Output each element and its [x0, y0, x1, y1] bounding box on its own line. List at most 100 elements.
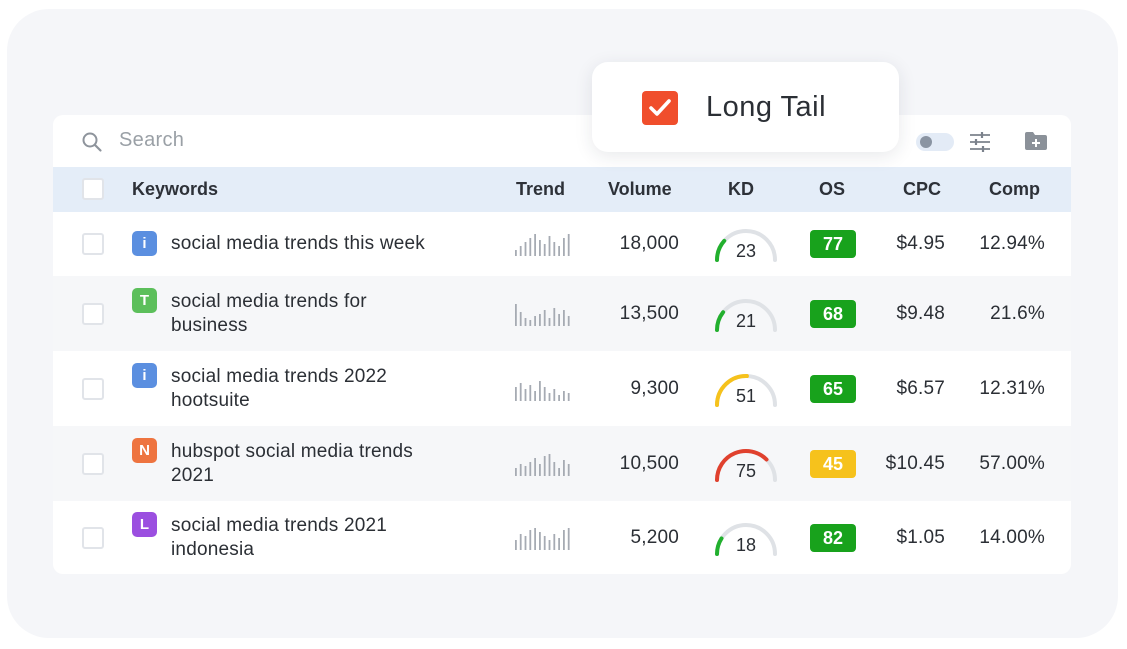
search-input[interactable]: Search: [119, 129, 184, 152]
volume-value: 13,500: [619, 302, 679, 324]
trend-sparkline: [515, 527, 570, 550]
trend-bar: [558, 394, 560, 401]
comp-value: 12.94%: [979, 233, 1045, 254]
trend-bar: [563, 459, 565, 476]
toggle-switch[interactable]: [916, 133, 954, 151]
trend-bar: [524, 242, 527, 256]
row-checkbox[interactable]: [82, 377, 104, 400]
trend-bar: [553, 242, 556, 256]
trend-bar: [529, 461, 532, 476]
trend-bar: [524, 465, 527, 476]
table-row[interactable]: Nhubspot social media trends 2021 10,500 75…: [53, 426, 1071, 501]
trend-bar: [515, 250, 517, 256]
trend-bar: [543, 309, 546, 326]
os-score-badge: 68: [810, 299, 856, 328]
trend-bar: [539, 313, 541, 326]
cpc-value: $1.05: [896, 526, 945, 548]
table-row[interactable]: Lsocial media trends 2021 indonesia 5,200 1…: [53, 501, 1071, 574]
table-row[interactable]: i social media trends this week 18,000 23 77…: [53, 212, 1071, 276]
trend-bar: [567, 527, 570, 550]
comp-value: 21.6%: [990, 302, 1045, 324]
keywords-panel: Search Keywords Trend Volume KD OS CPC C…: [53, 115, 1071, 574]
header-kd[interactable]: KD: [728, 179, 754, 200]
keyword-text[interactable]: social media trends this week: [171, 232, 481, 256]
table-row[interactable]: i social media trends 2022 hootsuite 9,300 5…: [53, 351, 1071, 426]
trend-bar: [553, 307, 556, 326]
header-comp[interactable]: Comp: [989, 179, 1040, 200]
search-bar[interactable]: Search: [53, 115, 1071, 167]
trend-bar: [539, 380, 541, 401]
row-checkbox[interactable]: [82, 526, 104, 549]
keyword-line: social media trends 2021: [171, 514, 388, 536]
trend-bar: [529, 238, 532, 256]
intent-badge: i: [132, 362, 157, 388]
trend-bar: [524, 535, 527, 550]
trend-bar: [567, 234, 570, 256]
keyword-text[interactable]: social media trends 2021 indonesia: [171, 514, 481, 562]
keyword-line: hubspot social media trends: [171, 440, 413, 462]
select-all-checkbox[interactable]: [82, 178, 104, 200]
header-trend[interactable]: Trend: [516, 179, 565, 200]
trend-bar: [563, 309, 565, 326]
trend-bar: [548, 392, 551, 401]
trend-bar: [534, 234, 536, 256]
keyword-line: social media trends for: [171, 290, 367, 312]
kd-value: 18: [735, 534, 757, 555]
os-score-badge: 77: [810, 230, 856, 258]
trend-bar: [548, 539, 551, 550]
volume-value: 9,300: [630, 377, 679, 399]
header-os[interactable]: OS: [819, 179, 845, 200]
row-checkbox[interactable]: [82, 233, 104, 255]
trend-bar: [519, 533, 522, 550]
header-keywords[interactable]: Keywords: [132, 179, 218, 200]
trend-sparkline: [515, 303, 570, 326]
table-header: Keywords Trend Volume KD OS CPC Comp: [53, 167, 1071, 212]
table-row[interactable]: Tsocial media trends for business 13,500 21…: [53, 276, 1071, 351]
intent-badge: L: [132, 511, 157, 537]
trend-bar: [563, 529, 565, 550]
cpc-value: $10.45: [885, 452, 945, 474]
trend-bar: [534, 390, 536, 401]
keyword-text[interactable]: social media trends for business: [171, 290, 481, 338]
keyword-line: indonesia: [171, 538, 255, 560]
trend-bar: [548, 317, 551, 326]
trend-bar: [558, 467, 560, 476]
trend-bar: [543, 244, 546, 256]
row-checkbox[interactable]: [82, 302, 104, 325]
check-icon: [649, 99, 671, 116]
trend-bar: [519, 463, 522, 476]
trend-bar: [543, 535, 546, 550]
volume-value: 10,500: [619, 452, 679, 474]
kd-value: 51: [735, 385, 757, 406]
long-tail-label: Long Tail: [706, 91, 827, 123]
toggle-knob: [920, 136, 932, 148]
long-tail-checkbox[interactable]: [642, 91, 678, 125]
add-folder-icon[interactable]: [1023, 129, 1049, 153]
keyword-line: business: [171, 314, 248, 336]
keyword-line: hootsuite: [171, 389, 250, 411]
trend-bar: [529, 529, 532, 550]
trend-bar: [529, 319, 532, 326]
comp-value: 57.00%: [979, 452, 1045, 474]
comp-value: 14.00%: [979, 526, 1045, 548]
trend-bar: [563, 238, 565, 256]
trend-bar: [553, 461, 556, 476]
volume-value: 18,000: [619, 233, 679, 254]
header-volume[interactable]: Volume: [608, 179, 672, 200]
row-checkbox[interactable]: [82, 452, 104, 475]
long-tail-filter-popup[interactable]: Long Tail: [592, 62, 899, 152]
filter-sliders-icon[interactable]: [968, 130, 992, 154]
keyword-text[interactable]: hubspot social media trends 2021: [171, 440, 481, 488]
os-score-badge: 65: [810, 374, 856, 403]
header-cpc[interactable]: CPC: [903, 179, 941, 200]
trend-bar: [519, 246, 522, 256]
search-icon: [82, 132, 102, 152]
kd-value: 75: [735, 460, 757, 481]
trend-bar: [524, 388, 527, 401]
trend-sparkline: [515, 453, 570, 476]
trend-bar: [567, 392, 570, 401]
keyword-text[interactable]: social media trends 2022 hootsuite: [171, 365, 481, 413]
trend-sparkline: [515, 234, 570, 256]
trend-bar: [539, 463, 541, 476]
trend-bar: [534, 527, 536, 550]
